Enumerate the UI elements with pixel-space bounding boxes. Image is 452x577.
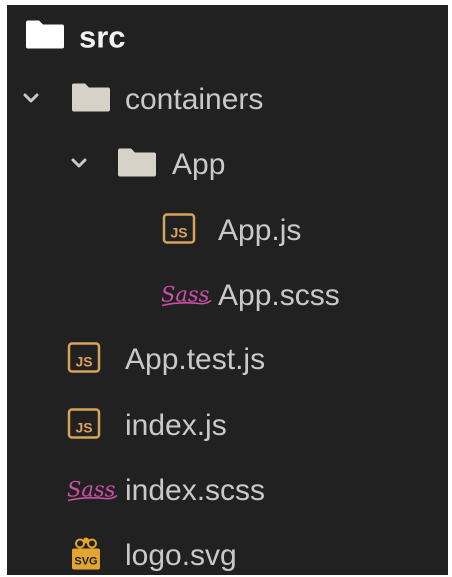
tree-item-logo-svg[interactable]: SVG logo.svg xyxy=(7,526,448,575)
js-file-icon: JS xyxy=(162,213,196,250)
tree-item-app-test-js[interactable]: JS App.test.js xyxy=(7,330,448,390)
file-explorer-panel: src containers App JS App.js Sass App.sc… xyxy=(7,5,448,575)
tree-item-app-js[interactable]: JS App.js xyxy=(7,201,448,261)
svg-text:JS: JS xyxy=(75,420,92,436)
tree-item-label: logo.svg xyxy=(125,539,237,572)
sass-file-icon: Sass xyxy=(65,472,119,511)
folder-icon xyxy=(117,148,157,183)
svg-text:JS: JS xyxy=(75,354,92,370)
svg-file-icon: SVG xyxy=(69,536,103,576)
js-file-icon: JS xyxy=(67,342,101,379)
tree-item-src[interactable]: src xyxy=(7,7,448,67)
tree-item-index-scss[interactable]: Sass index.scss xyxy=(7,461,448,521)
tree-item-label: App.js xyxy=(218,214,302,247)
chevron-down-icon[interactable] xyxy=(71,156,87,174)
tree-item-label: containers xyxy=(125,83,264,116)
svg-text:JS: JS xyxy=(170,225,187,241)
tree-item-containers[interactable]: containers xyxy=(7,70,448,130)
chevron-down-icon[interactable] xyxy=(23,91,39,109)
tree-item-index-js[interactable]: JS index.js xyxy=(7,396,448,456)
folder-icon xyxy=(71,83,111,118)
tree-item-label: index.js xyxy=(125,409,227,442)
tree-item-label: index.scss xyxy=(125,474,266,507)
svg-text:SVG: SVG xyxy=(74,556,97,568)
tree-item-label: App.test.js xyxy=(125,343,266,376)
tree-item-app-scss[interactable]: Sass App.scss xyxy=(7,266,448,326)
tree-item-label: App xyxy=(172,148,226,181)
tree-item-app-folder[interactable]: App xyxy=(7,135,448,195)
js-file-icon: JS xyxy=(67,408,101,445)
tree-item-label: App.scss xyxy=(218,279,340,312)
sass-file-icon: Sass xyxy=(159,277,213,316)
tree-item-label: src xyxy=(79,19,126,55)
folder-icon xyxy=(25,20,65,55)
